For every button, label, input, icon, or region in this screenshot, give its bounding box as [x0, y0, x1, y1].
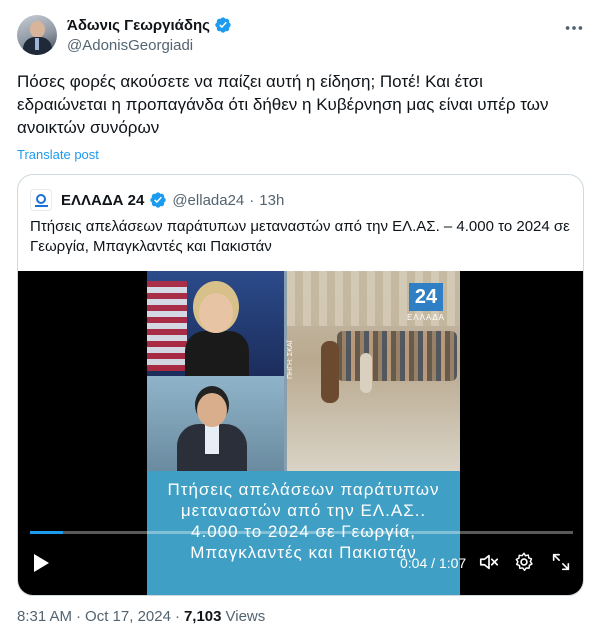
fullscreen-icon[interactable]: [550, 551, 572, 573]
meta-separator: ·: [249, 191, 255, 209]
video-progress-bar[interactable]: [30, 531, 573, 534]
channel-logo: 24: [409, 283, 443, 311]
quoted-time-ago: 13h: [259, 191, 285, 209]
tweet-text: Πόσες φορές ακούσετε να παίζει αυτή η εί…: [17, 72, 549, 137]
author-name-row: Άδωνις Γεωργιάδης: [67, 16, 232, 34]
more-options-icon[interactable]: [563, 17, 585, 39]
tweet-footer: 8:31 AM · Oct 17, 2024 · 7,103 Views: [17, 608, 265, 625]
post-time[interactable]: 8:31 AM: [17, 608, 72, 625]
author-display-name[interactable]: Άδωνις Γεωργιάδης: [67, 17, 210, 34]
footer-separator: ·: [76, 608, 82, 625]
source-tag: ΠΗΓΗ: ΣΚΑΪ: [287, 340, 294, 379]
views-label: Views: [225, 608, 266, 625]
play-icon[interactable]: [32, 553, 50, 573]
channel-logo-sub: ΕΛΛΑΔΑ: [406, 313, 446, 322]
settings-gear-icon[interactable]: [513, 551, 535, 573]
footer-separator: ·: [174, 608, 180, 625]
mute-icon[interactable]: [478, 551, 500, 573]
author-avatar[interactable]: [17, 15, 57, 55]
video-controls: 0:04 / 1:07: [18, 541, 583, 585]
views-count: 7,103: [183, 608, 222, 625]
verified-badge-icon: [215, 17, 231, 33]
quoted-author-name: ΕΛΛΑΔΑ 24: [61, 191, 145, 209]
video-progress-fill: [30, 531, 63, 534]
quoted-tweet-card[interactable]: ΕΛΛΑΔΑ 24 @ellada24 · 13h Πτήσεις απελάσ…: [17, 174, 584, 596]
author-handle[interactable]: @AdonisGeorgiadi: [67, 37, 193, 54]
translate-post-link[interactable]: Translate post: [17, 147, 99, 162]
quoted-author-avatar: [30, 189, 52, 211]
quoted-tweet-header: ΕΛΛΑΔΑ 24 @ellada24 · 13h: [30, 189, 284, 211]
video-player[interactable]: 24 ΕΛΛΑΔΑ ΠΗΓΗ: ΣΚΑΪ Πτήσεις απελάσεων π…: [18, 271, 583, 595]
verified-badge-icon: [150, 192, 167, 208]
video-time: 0:04 / 1:07: [400, 555, 467, 571]
post-date[interactable]: Oct 17, 2024: [85, 608, 171, 625]
quoted-author-handle: @ellada24: [172, 191, 245, 209]
tweet-header: Άδωνις Γεωργιάδης @AdonisGeorgiadi: [17, 13, 587, 59]
quoted-tweet-text: Πτήσεις απελάσεων παράτυπων μεταναστών α…: [30, 218, 570, 255]
